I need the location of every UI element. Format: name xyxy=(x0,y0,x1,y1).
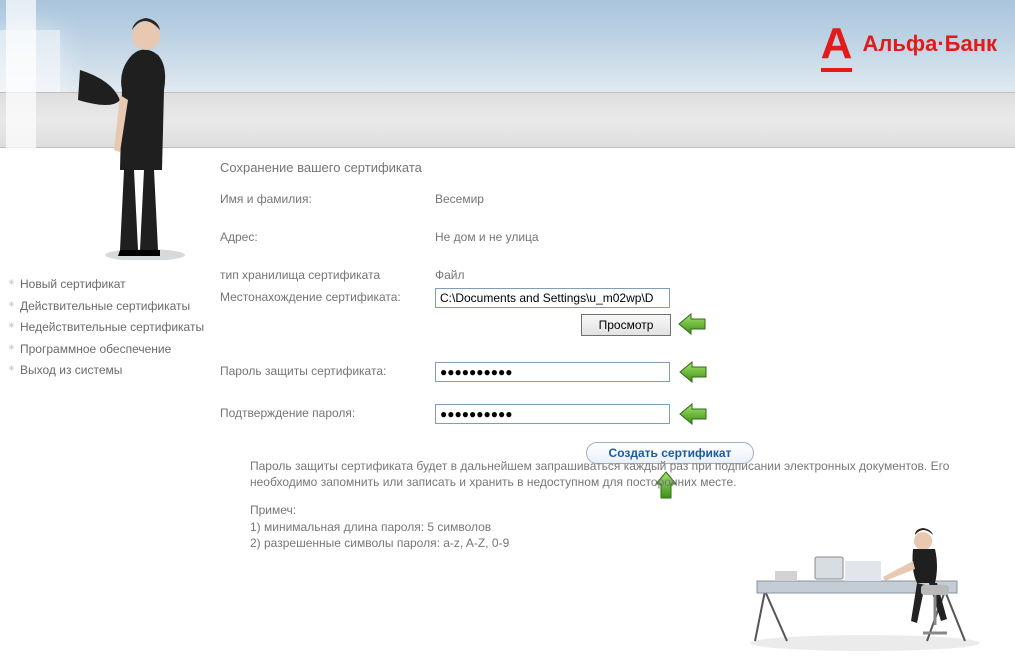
confirm-password-input[interactable] xyxy=(435,404,670,424)
arrow-left-icon xyxy=(677,312,707,336)
sidebar-item-invalid-certs[interactable]: Недействительные сертификаты xyxy=(8,318,208,338)
sidebar: Новый сертификат Действительные сертифик… xyxy=(8,275,208,383)
name-value: Весемир xyxy=(435,190,484,206)
sidebar-item-valid-certs[interactable]: Действительные сертификаты xyxy=(8,297,208,317)
sidebar-item-new-cert[interactable]: Новый сертификат xyxy=(8,275,208,295)
logo-text: Альфа·Банк xyxy=(862,31,997,57)
page-title: Сохранение вашего сертификата xyxy=(220,160,422,175)
logo-mark-icon: А xyxy=(821,22,853,66)
location-input[interactable] xyxy=(435,288,670,308)
bank-logo: А Альфа·Банк xyxy=(821,22,997,66)
sidebar-item-label: Недействительные сертификаты xyxy=(20,320,204,334)
note-paragraph: Пароль защиты сертификата будет в дальне… xyxy=(250,458,1000,490)
name-label: Имя и фамилия: xyxy=(220,190,435,206)
storage-type-value: Файл xyxy=(435,266,465,282)
sidebar-item-label: Программное обеспечение xyxy=(20,342,171,356)
password-label: Пароль защиты сертификата: xyxy=(220,362,435,378)
arrow-left-icon xyxy=(678,402,708,426)
man-illustration xyxy=(60,0,190,260)
arrow-left-icon xyxy=(678,360,708,384)
desk-illustration xyxy=(745,521,985,651)
storage-type-label: тип хранилища сертификата xyxy=(220,266,435,282)
sidebar-item-logout[interactable]: Выход из системы xyxy=(8,361,208,381)
main-form: Имя и фамилия: Весемир Адрес: Не дом и н… xyxy=(220,190,990,464)
address-label: Адрес: xyxy=(220,228,435,244)
browse-button[interactable]: Просмотр xyxy=(581,314,671,336)
sidebar-item-label: Действительные сертификаты xyxy=(20,299,190,313)
password-input[interactable] xyxy=(435,362,670,382)
sidebar-item-software[interactable]: Программное обеспечение xyxy=(8,340,208,360)
confirm-label: Подтверждение пароля: xyxy=(220,404,435,420)
sidebar-item-label: Выход из системы xyxy=(20,363,122,377)
address-value: Не дом и не улица xyxy=(435,228,539,244)
note-heading: Примеч: xyxy=(250,502,1000,518)
location-label: Местонахождение сертификата: xyxy=(220,288,435,304)
sidebar-item-label: Новый сертификат xyxy=(20,277,126,291)
